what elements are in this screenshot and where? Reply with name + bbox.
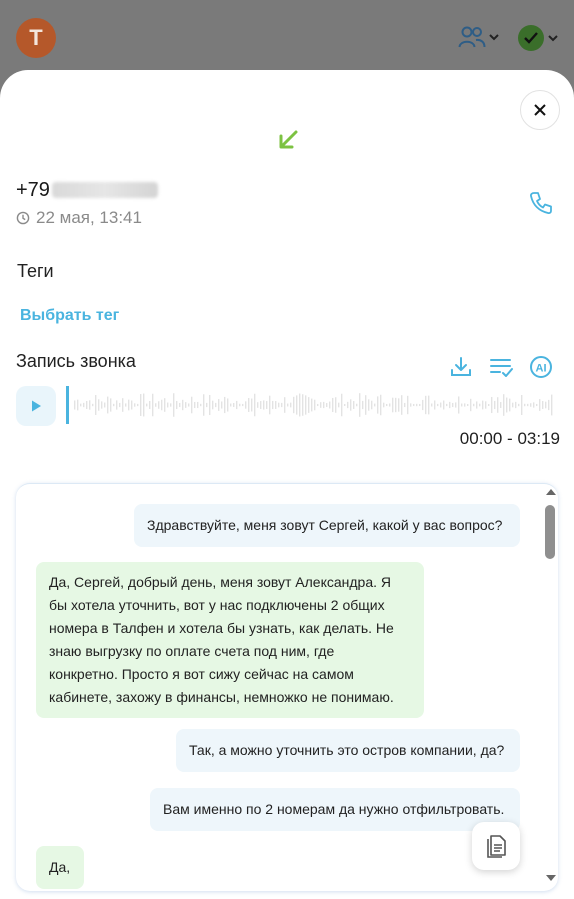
avatar[interactable]: T [16, 18, 56, 58]
transcript-icon[interactable] [488, 354, 514, 380]
tags-title: Теги [17, 261, 54, 281]
playhead[interactable] [66, 386, 69, 424]
transcript-message: Да, Сергей, добрый день, меня зовут Алек… [36, 562, 424, 718]
scroll-thumb[interactable] [545, 505, 555, 559]
transcript-message: Здравствуйте, меня зовут Сергей, какой у… [134, 504, 520, 547]
transcript-message: Так, а можно уточнить это остров компани… [176, 729, 520, 772]
ai-icon[interactable]: AI [528, 354, 554, 380]
document-icon [487, 835, 506, 858]
recording-tools: AI [448, 354, 554, 380]
scroll-down-arrow[interactable] [546, 875, 556, 881]
phone-icon[interactable] [528, 190, 554, 216]
incoming-arrow-icon [279, 130, 298, 149]
close-button[interactable] [520, 90, 560, 130]
call-date: 22 мая, 13:41 [16, 207, 142, 229]
phone-prefix: +79 [16, 178, 50, 201]
recording-title: Запись звонка [16, 351, 136, 371]
time-range: 00:00 - 03:19 [459, 429, 560, 448]
phone-number: +79 [16, 178, 158, 202]
check-circle-icon [518, 25, 544, 51]
users-icon [458, 26, 486, 48]
transcript-scrollbar[interactable] [542, 487, 558, 887]
download-icon[interactable] [448, 354, 474, 380]
chevron-down-icon [489, 34, 499, 41]
close-icon [534, 104, 546, 116]
choose-tag-link[interactable]: Выбрать тег [20, 307, 119, 325]
transcript-message: Вам именно по 2 номерам да нужно отфильт… [150, 788, 520, 831]
phone-redacted [51, 182, 158, 198]
users-menu[interactable] [458, 24, 502, 50]
status-menu[interactable] [518, 24, 562, 52]
copy-transcript-button[interactable] [472, 822, 520, 870]
play-button[interactable] [16, 386, 56, 426]
svg-text:AI: AI [536, 363, 547, 375]
scroll-up-arrow[interactable] [546, 489, 556, 495]
top-bar: T [0, 0, 574, 80]
chevron-down-icon [548, 35, 558, 42]
transcript-message: Да, [36, 846, 84, 889]
play-icon [32, 400, 41, 412]
date-text: 22 мая, 13:41 [36, 208, 142, 227]
clock-icon [16, 211, 30, 225]
audio-waveform[interactable] [64, 382, 556, 428]
